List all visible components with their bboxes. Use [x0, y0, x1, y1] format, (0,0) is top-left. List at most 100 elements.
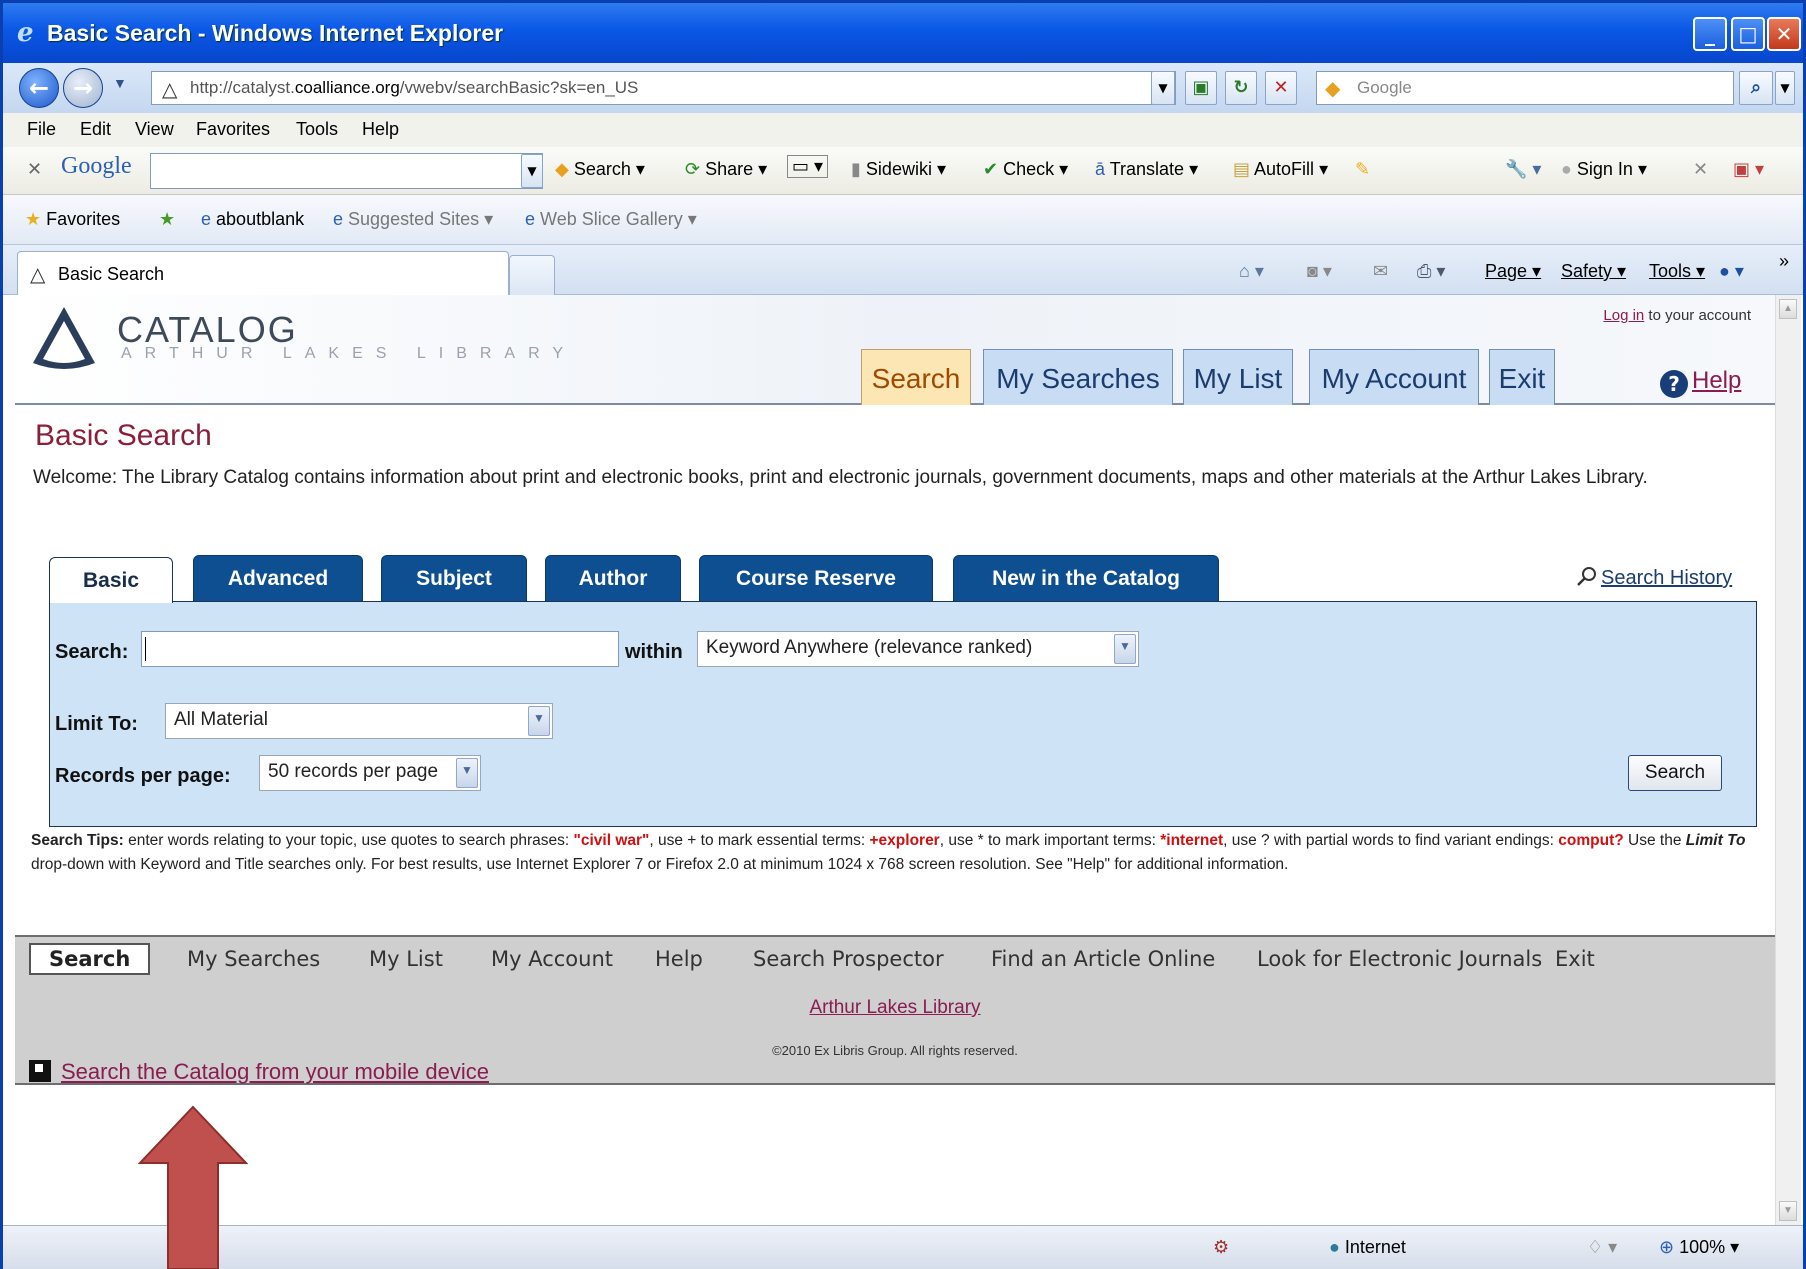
- search-tab-subject[interactable]: Subject: [381, 555, 527, 601]
- protected-mode-icon[interactable]: ♢ ▾: [1587, 1237, 1617, 1258]
- page-menu[interactable]: Page ▾: [1485, 261, 1541, 282]
- main-tab-search[interactable]: Search: [861, 349, 971, 405]
- ie-page-icon: e: [525, 209, 536, 229]
- menu-help[interactable]: Help: [362, 119, 399, 140]
- search-tab-course-reserve[interactable]: Course Reserve: [699, 555, 933, 601]
- sidewiki-button[interactable]: ▮ Sidewiki ▾: [851, 159, 946, 180]
- main-tab-my-account[interactable]: My Account: [1309, 349, 1479, 405]
- favorites-button[interactable]: ★ Favorites: [25, 209, 120, 230]
- toolbar-close2-icon[interactable]: ✕: [1693, 159, 1708, 180]
- scroll-down-icon[interactable]: ▼: [1779, 1201, 1797, 1221]
- page-viewport: CATALOG ARTHUR LAKES LIBRARY Log in to y…: [15, 295, 1775, 1225]
- menu-favorites[interactable]: Favorites: [196, 119, 270, 140]
- favorite-web-slice-gallery[interactable]: e Web Slice Gallery ▾: [525, 209, 697, 230]
- main-tab-exit[interactable]: Exit: [1489, 349, 1555, 405]
- url-dropdown-icon[interactable]: ▼: [1151, 71, 1175, 105]
- footer-nav-my-account[interactable]: My Account: [491, 947, 613, 971]
- autofill-button[interactable]: ▤ AutoFill ▾: [1233, 159, 1328, 180]
- footer-nav-electronic-journals[interactable]: Look for Electronic Journals: [1257, 947, 1542, 971]
- sidewiki-icon: ▮: [851, 159, 861, 179]
- menu-file[interactable]: File: [27, 119, 56, 140]
- help-link[interactable]: ? Help: [1660, 367, 1741, 398]
- privacy-icon[interactable]: ⚙: [1213, 1237, 1229, 1258]
- footer-nav-my-searches[interactable]: My Searches: [187, 947, 320, 971]
- print-icon[interactable]: ⎙ ▾: [1417, 261, 1445, 282]
- arthur-lakes-library-link[interactable]: Arthur Lakes Library: [15, 997, 1775, 1019]
- page-icon: △: [162, 79, 178, 101]
- text-cursor: [145, 637, 146, 661]
- settings-wrench-icon[interactable]: 🔧 ▾: [1505, 159, 1541, 180]
- records-per-page-select[interactable]: 50 records per page ▼: [259, 755, 481, 791]
- highlighter-icon[interactable]: ✎: [1355, 159, 1370, 180]
- autofill-icon: ▤: [1233, 159, 1251, 179]
- check-button[interactable]: ✔ Check ▾: [983, 159, 1068, 180]
- refresh-icon[interactable]: ↻: [1225, 71, 1257, 105]
- stop-icon[interactable]: ✕: [1265, 71, 1297, 105]
- login-link[interactable]: Log in: [1603, 307, 1644, 324]
- within-select[interactable]: Keyword Anywhere (relevance ranked) ▼: [697, 631, 1139, 667]
- footer-nav-exit[interactable]: Exit: [1555, 947, 1595, 971]
- menu-edit[interactable]: Edit: [80, 119, 111, 140]
- search-tab-new-in-catalog[interactable]: New in the Catalog: [953, 555, 1219, 601]
- main-tab-my-searches[interactable]: My Searches: [983, 349, 1173, 405]
- google-dropdown-icon[interactable]: ▼: [521, 154, 543, 188]
- add-favorite-icon[interactable]: ★: [159, 209, 175, 230]
- toolbar-close-icon[interactable]: ✕: [27, 159, 42, 180]
- new-tab-button[interactable]: [509, 255, 555, 295]
- search-submit-button[interactable]: Search: [1628, 755, 1722, 791]
- mobile-catalog-link[interactable]: Search the Catalog from your mobile devi…: [29, 1059, 489, 1085]
- display-button[interactable]: ▭ ▾: [787, 155, 829, 178]
- search-input[interactable]: [141, 631, 619, 667]
- help-menu-icon[interactable]: ● ▾: [1719, 261, 1744, 282]
- footer-nav-my-list[interactable]: My List: [369, 947, 443, 971]
- footer-nav-find-article[interactable]: Find an Article Online: [991, 947, 1215, 971]
- zoom-control[interactable]: ⊕ 100% ▾: [1659, 1237, 1739, 1258]
- tools-menu[interactable]: Tools ▾: [1649, 261, 1705, 282]
- footer-nav-help[interactable]: Help: [655, 947, 703, 971]
- search-engine-input[interactable]: ◆ Google: [1316, 71, 1734, 105]
- status-bar: ⚙ ● Internet ♢ ▾ ⊕ 100% ▾: [3, 1225, 1803, 1269]
- footer-nav-search-prospector[interactable]: Search Prospector: [753, 947, 944, 971]
- search-tab-advanced[interactable]: Advanced: [193, 555, 363, 601]
- close-button[interactable]: ✕: [1767, 17, 1801, 51]
- forward-icon[interactable]: →: [63, 68, 103, 108]
- google-search-input[interactable]: [150, 153, 543, 189]
- footer-nav-search[interactable]: Search: [29, 943, 151, 975]
- spellcheck-icon: ✔: [983, 159, 999, 179]
- toolbar-addon-icon[interactable]: ▣ ▾: [1733, 159, 1764, 180]
- maximize-button[interactable]: □: [1731, 17, 1765, 51]
- browser-tab-basic-search[interactable]: △ Basic Search: [17, 251, 509, 295]
- search-tab-basic[interactable]: Basic: [49, 557, 173, 603]
- vertical-scrollbar[interactable]: ▲ ▼: [1775, 295, 1801, 1225]
- sign-in-icon: ●: [1561, 159, 1572, 179]
- share-button[interactable]: ⟳ Share ▾: [685, 159, 767, 180]
- chevron-more-icon[interactable]: »: [1779, 251, 1789, 272]
- menu-tools[interactable]: Tools: [296, 119, 338, 140]
- tab-page-icon: △: [30, 264, 46, 286]
- home-icon[interactable]: ⌂ ▾: [1239, 261, 1264, 282]
- main-tab-my-list[interactable]: My List: [1183, 349, 1293, 405]
- search-tab-author[interactable]: Author: [545, 555, 681, 601]
- compatibility-icon[interactable]: ▣: [1185, 71, 1217, 105]
- scroll-up-icon[interactable]: ▲: [1779, 299, 1797, 319]
- google-search-button[interactable]: ◆ Search ▾: [555, 159, 645, 180]
- favorite-suggested-sites[interactable]: e Suggested Sites ▾: [333, 209, 493, 230]
- limit-to-select[interactable]: All Material ▼: [165, 703, 553, 739]
- mail-icon[interactable]: ✉: [1373, 261, 1388, 282]
- feeds-icon[interactable]: ◙ ▾: [1307, 261, 1332, 282]
- safety-menu[interactable]: Safety ▾: [1561, 261, 1626, 282]
- search-history-link[interactable]: Search History: [1575, 565, 1732, 590]
- search-engine-placeholder: Google: [1357, 78, 1412, 97]
- sign-in-button[interactable]: ● Sign In ▾: [1561, 159, 1647, 180]
- url-input[interactable]: △ http://catalyst.coalliance.org/vwebv/s…: [151, 71, 1176, 105]
- chevron-down-icon: ▼: [528, 706, 550, 736]
- minimize-button[interactable]: _: [1693, 17, 1727, 51]
- history-dropdown-icon[interactable]: ▼: [113, 75, 127, 91]
- search-go-icon[interactable]: ⌕: [1739, 71, 1773, 105]
- translate-button[interactable]: ā Translate ▾: [1095, 159, 1198, 180]
- menu-view[interactable]: View: [135, 119, 174, 140]
- favorite-aboutblank[interactable]: e aboutblank: [201, 209, 304, 230]
- back-icon[interactable]: ←: [19, 68, 59, 108]
- magnifier-icon: [1577, 567, 1596, 586]
- search-options-icon[interactable]: ▼: [1775, 71, 1795, 105]
